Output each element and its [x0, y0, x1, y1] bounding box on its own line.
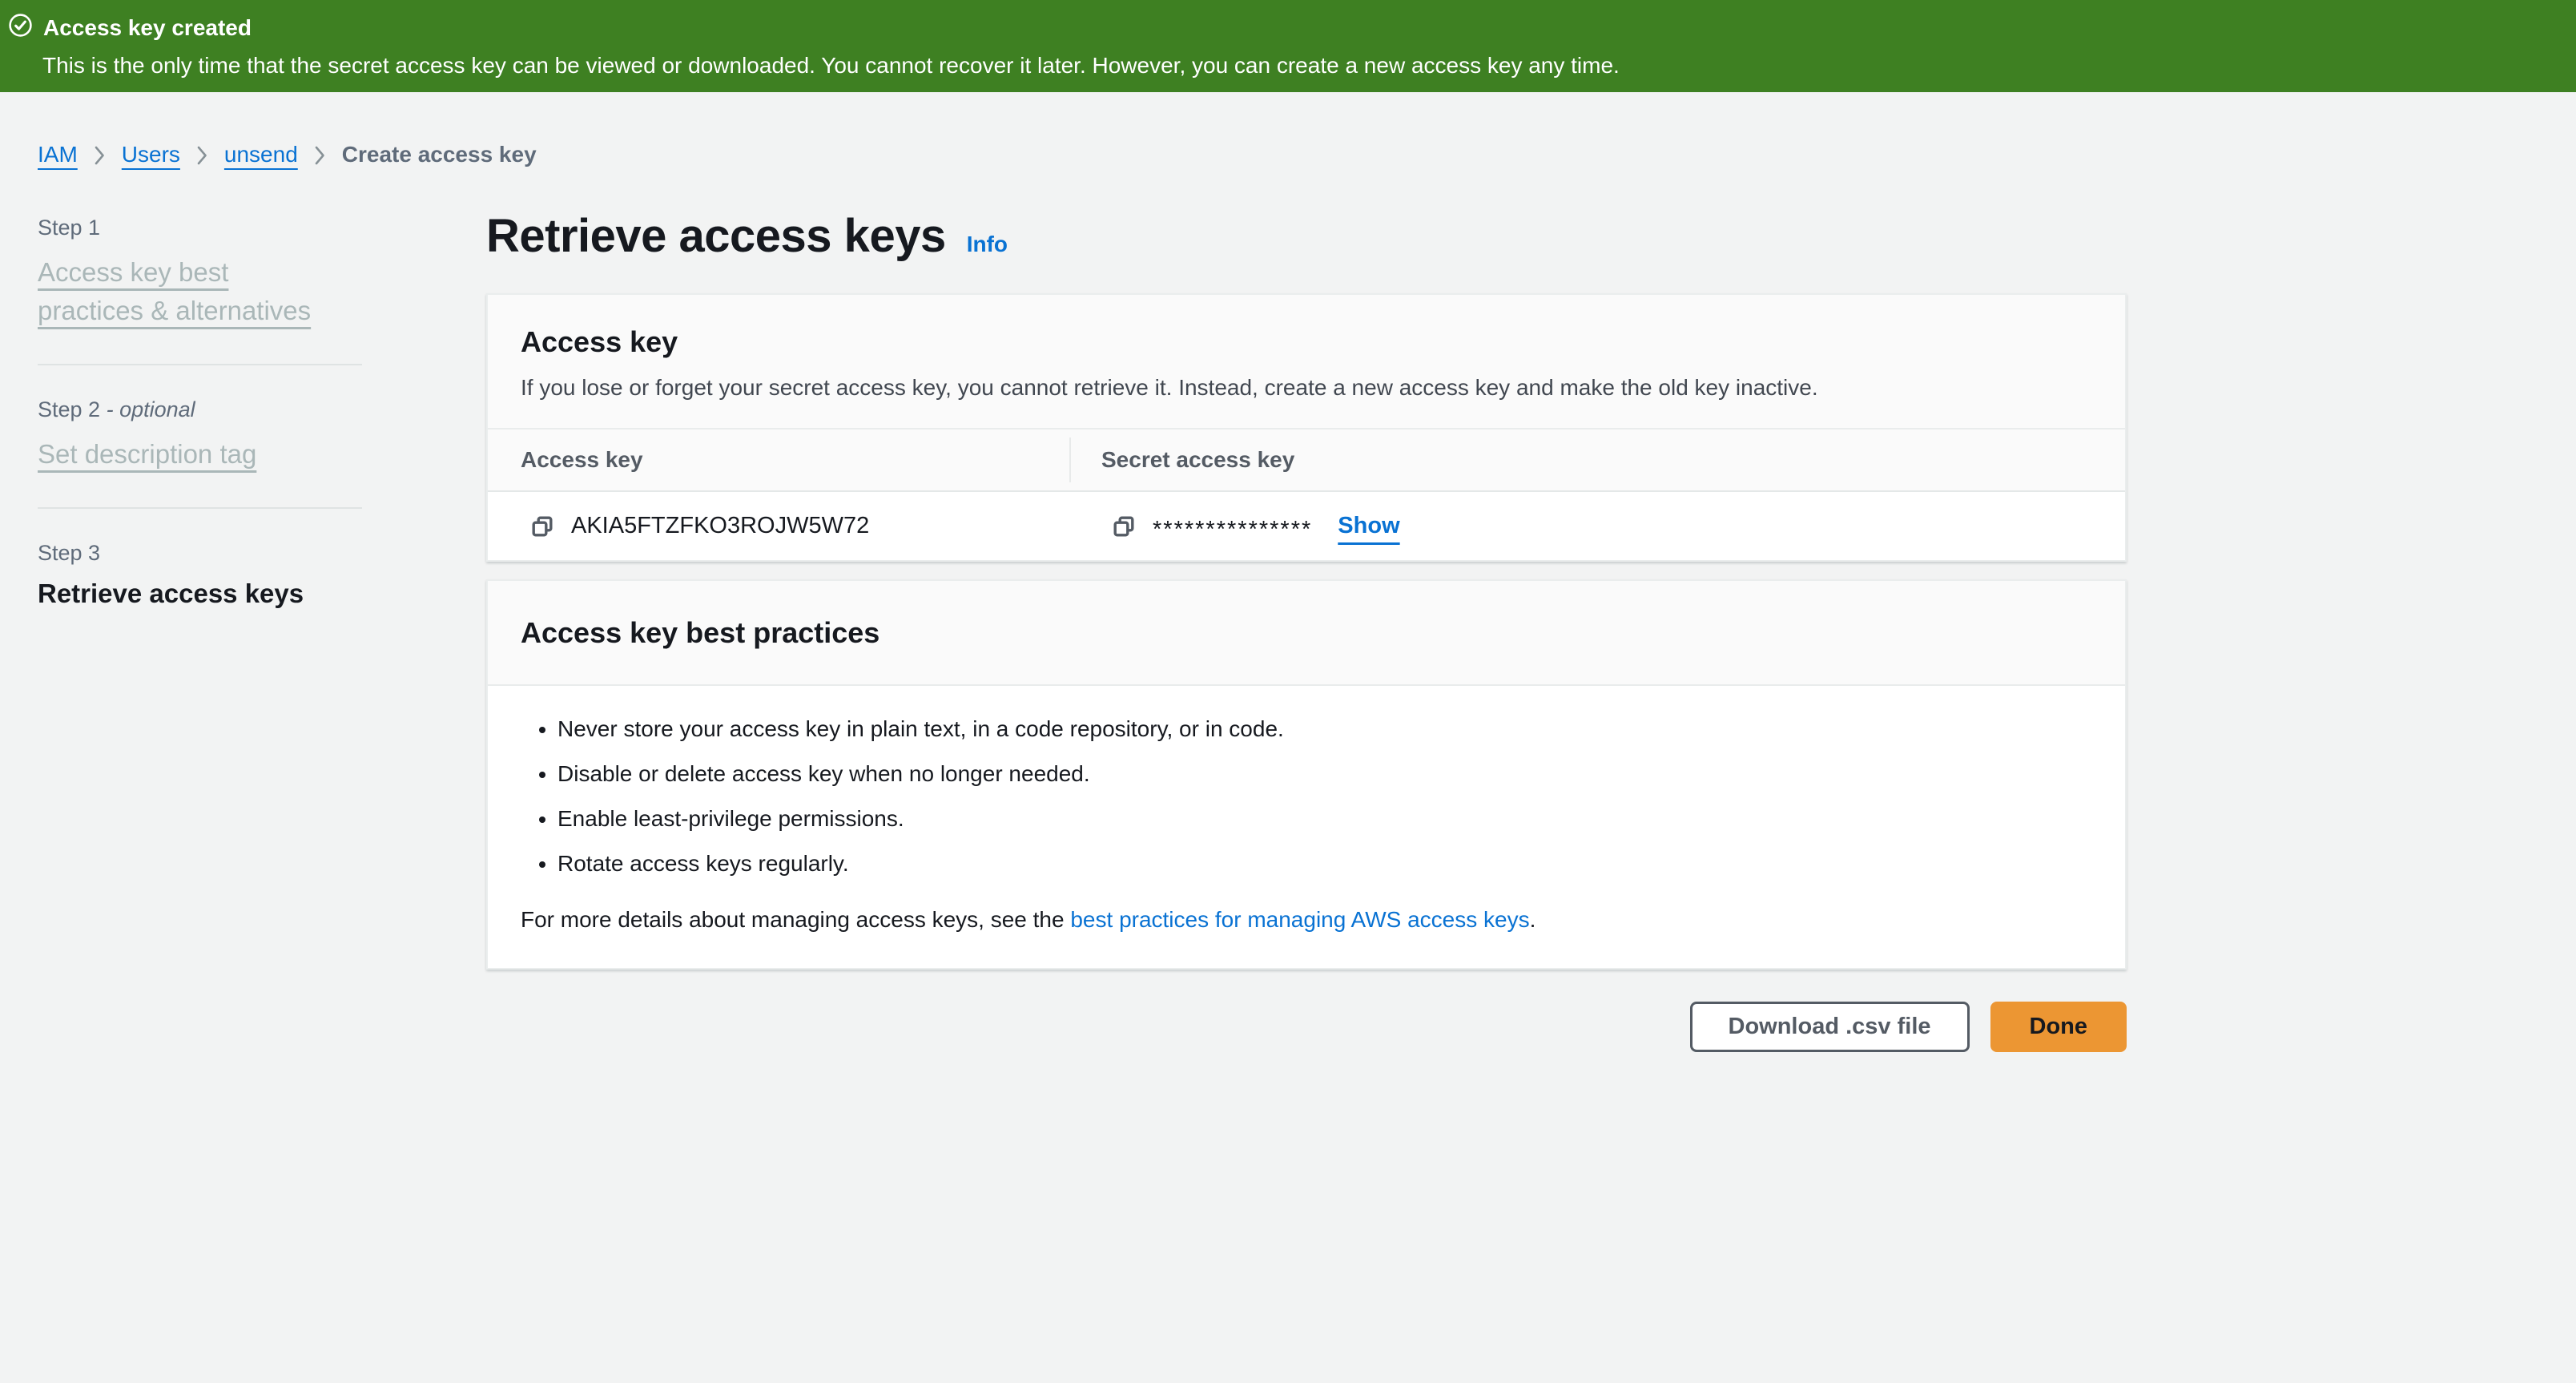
step-divider: [38, 507, 362, 509]
step3-current-title: Retrieve access keys: [38, 579, 486, 609]
more-details-text: For more details about managing access k…: [521, 907, 2093, 933]
column-secret-access-key: Secret access key: [1101, 447, 1294, 472]
column-access-key: Access key: [521, 447, 643, 472]
access-key-card-description: If you lose or forget your secret access…: [521, 375, 2093, 401]
copy-secret-key-icon[interactable]: [1111, 514, 1137, 539]
wizard-steps-sidebar: Step 1 Access key best practices & alter…: [38, 209, 486, 609]
step1-link[interactable]: Access key best practices & alternatives: [38, 253, 326, 330]
access-key-table-header: Access key Secret access key: [488, 429, 2125, 492]
list-item: Disable or delete access key when no lon…: [557, 761, 2093, 787]
list-item: Never store your access key in plain tex…: [557, 716, 2093, 742]
best-practices-card: Access key best practices Never store yo…: [486, 579, 2127, 970]
download-csv-button[interactable]: Download .csv file: [1690, 1002, 1970, 1052]
chevron-right-icon: [196, 145, 208, 166]
copy-access-key-icon[interactable]: [529, 514, 555, 539]
best-practices-list: Never store your access key in plain tex…: [521, 716, 2093, 877]
show-secret-link[interactable]: Show: [1338, 513, 1399, 539]
step-divider: [38, 364, 362, 365]
info-link[interactable]: Info: [967, 232, 1008, 257]
best-practices-link[interactable]: best practices for managing AWS access k…: [1070, 907, 1529, 932]
best-practices-card-title: Access key best practices: [521, 616, 2093, 650]
access-key-card: Access key If you lose or forget your se…: [486, 293, 2127, 562]
step2-link[interactable]: Set description tag: [38, 435, 256, 474]
chevron-right-icon: [94, 145, 106, 166]
flashbar-message: This is the only time that the secret ac…: [42, 53, 2557, 79]
breadcrumb-user-unsend[interactable]: unsend: [224, 142, 298, 167]
breadcrumb-users[interactable]: Users: [122, 142, 180, 167]
access-key-value: AKIA5FTZFKO3ROJW5W72: [571, 513, 869, 539]
done-button[interactable]: Done: [1990, 1002, 2127, 1052]
check-circle-icon: [8, 13, 33, 43]
breadcrumb: IAM Users unsend Create access key: [38, 142, 2576, 167]
step1-label: Step 1: [38, 216, 486, 240]
success-flashbar: Access key created This is the only time…: [0, 0, 2576, 92]
breadcrumb-iam[interactable]: IAM: [38, 142, 78, 167]
step3-label: Step 3: [38, 541, 486, 566]
page-title: Retrieve access keys: [486, 209, 946, 263]
step2-label: Step 2 - optional: [38, 397, 486, 422]
breadcrumb-current: Create access key: [342, 142, 537, 167]
secret-key-masked-value: ***************: [1153, 517, 1312, 543]
access-key-table-row: AKIA5FTZFKO3ROJW5W72 *************** Sho…: [488, 492, 2125, 560]
list-item: Enable least-privilege permissions.: [557, 806, 2093, 832]
access-key-card-title: Access key: [521, 325, 2093, 359]
list-item: Rotate access keys regularly.: [557, 851, 2093, 877]
flashbar-title: Access key created: [43, 15, 252, 41]
chevron-right-icon: [314, 145, 326, 166]
